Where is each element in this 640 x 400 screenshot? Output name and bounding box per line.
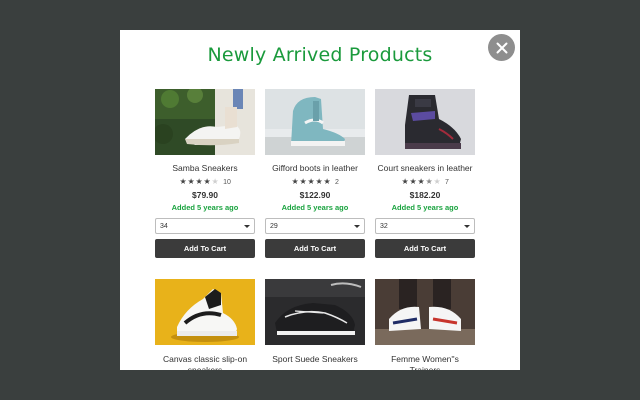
product-price: $79.90: [192, 190, 218, 200]
product-modal: Newly Arrived Products Samba Sneakers ★ …: [120, 30, 520, 370]
size-value: 32: [380, 222, 388, 230]
product-card: Gifford boots in leather ★ ★ ★ ★ ★ 2 $12…: [265, 89, 365, 258]
added-date: Added 5 years ago: [391, 203, 459, 212]
chevron-down-icon: [244, 224, 250, 228]
star-icon: ★: [187, 177, 195, 186]
star-icon: ★: [211, 177, 219, 186]
product-image[interactable]: [375, 279, 475, 345]
product-image[interactable]: [265, 89, 365, 155]
review-count: 7: [445, 178, 449, 186]
size-select[interactable]: 29: [265, 218, 365, 234]
star-icon: ★: [409, 177, 417, 186]
product-card: Court sneakers in leather ★ ★ ★ ★ ★ 7 $1…: [375, 89, 475, 258]
product-rating: ★ ★ ★ ★ ★ 2: [265, 177, 365, 187]
product-image[interactable]: [375, 89, 475, 155]
product-rating: ★ ★ ★ ★ ★ 7: [375, 177, 475, 187]
chevron-down-icon: [464, 224, 470, 228]
star-icon: ★: [179, 177, 187, 186]
size-select[interactable]: 34: [155, 218, 255, 234]
close-icon: [496, 42, 507, 53]
product-price: $122.90: [299, 190, 331, 200]
product-rating: ★ ★ ★ ★ ★ 10: [155, 177, 255, 187]
review-count: 2: [335, 178, 339, 186]
product-image[interactable]: [265, 279, 365, 345]
star-icon: ★: [291, 177, 299, 186]
size-select[interactable]: 32: [375, 218, 475, 234]
product-card: Femme Women''s Trainers ★ ★ ★ ★: [375, 279, 475, 370]
star-icon: ★: [195, 177, 203, 186]
product-image[interactable]: [155, 279, 255, 345]
chevron-down-icon: [354, 224, 360, 228]
product-name[interactable]: Gifford boots in leather: [265, 163, 365, 174]
product-name[interactable]: Sport Suede Sneakers: [265, 354, 365, 365]
modal-title: Newly Arrived Products: [207, 44, 433, 66]
star-icon: ★: [315, 177, 323, 186]
star-icon: ★: [323, 177, 331, 186]
product-name[interactable]: Court sneakers in leather: [375, 163, 475, 174]
product-card: Samba Sneakers ★ ★ ★ ★ ★ 10 $79.90 Added…: [155, 89, 255, 258]
product-price: $182.20: [409, 190, 441, 200]
add-to-cart-button[interactable]: Add To Cart: [265, 239, 365, 258]
star-icon: ★: [307, 177, 315, 186]
added-date: Added 5 years ago: [171, 203, 239, 212]
star-icon: ★: [433, 177, 441, 186]
product-name[interactable]: Samba Sneakers: [155, 163, 255, 174]
product-card: Canvas classic slip-on sneakers: [155, 279, 255, 370]
star-icon: ★: [203, 177, 211, 186]
added-date: Added 5 years ago: [281, 203, 349, 212]
product-name[interactable]: Femme Women''s Trainers: [375, 354, 475, 370]
add-to-cart-button[interactable]: Add To Cart: [375, 239, 475, 258]
close-button[interactable]: [488, 34, 515, 61]
product-card: Sport Suede Sneakers: [265, 279, 365, 365]
review-count: 10: [223, 178, 231, 186]
star-half-icon: ★: [425, 177, 433, 186]
size-value: 29: [270, 222, 278, 230]
add-to-cart-button[interactable]: Add To Cart: [155, 239, 255, 258]
product-image[interactable]: [155, 89, 255, 155]
star-icon: ★: [401, 177, 409, 186]
product-name[interactable]: Canvas classic slip-on sneakers: [155, 354, 255, 370]
size-value: 34: [160, 222, 168, 230]
star-icon: ★: [417, 177, 425, 186]
star-icon: ★: [299, 177, 307, 186]
